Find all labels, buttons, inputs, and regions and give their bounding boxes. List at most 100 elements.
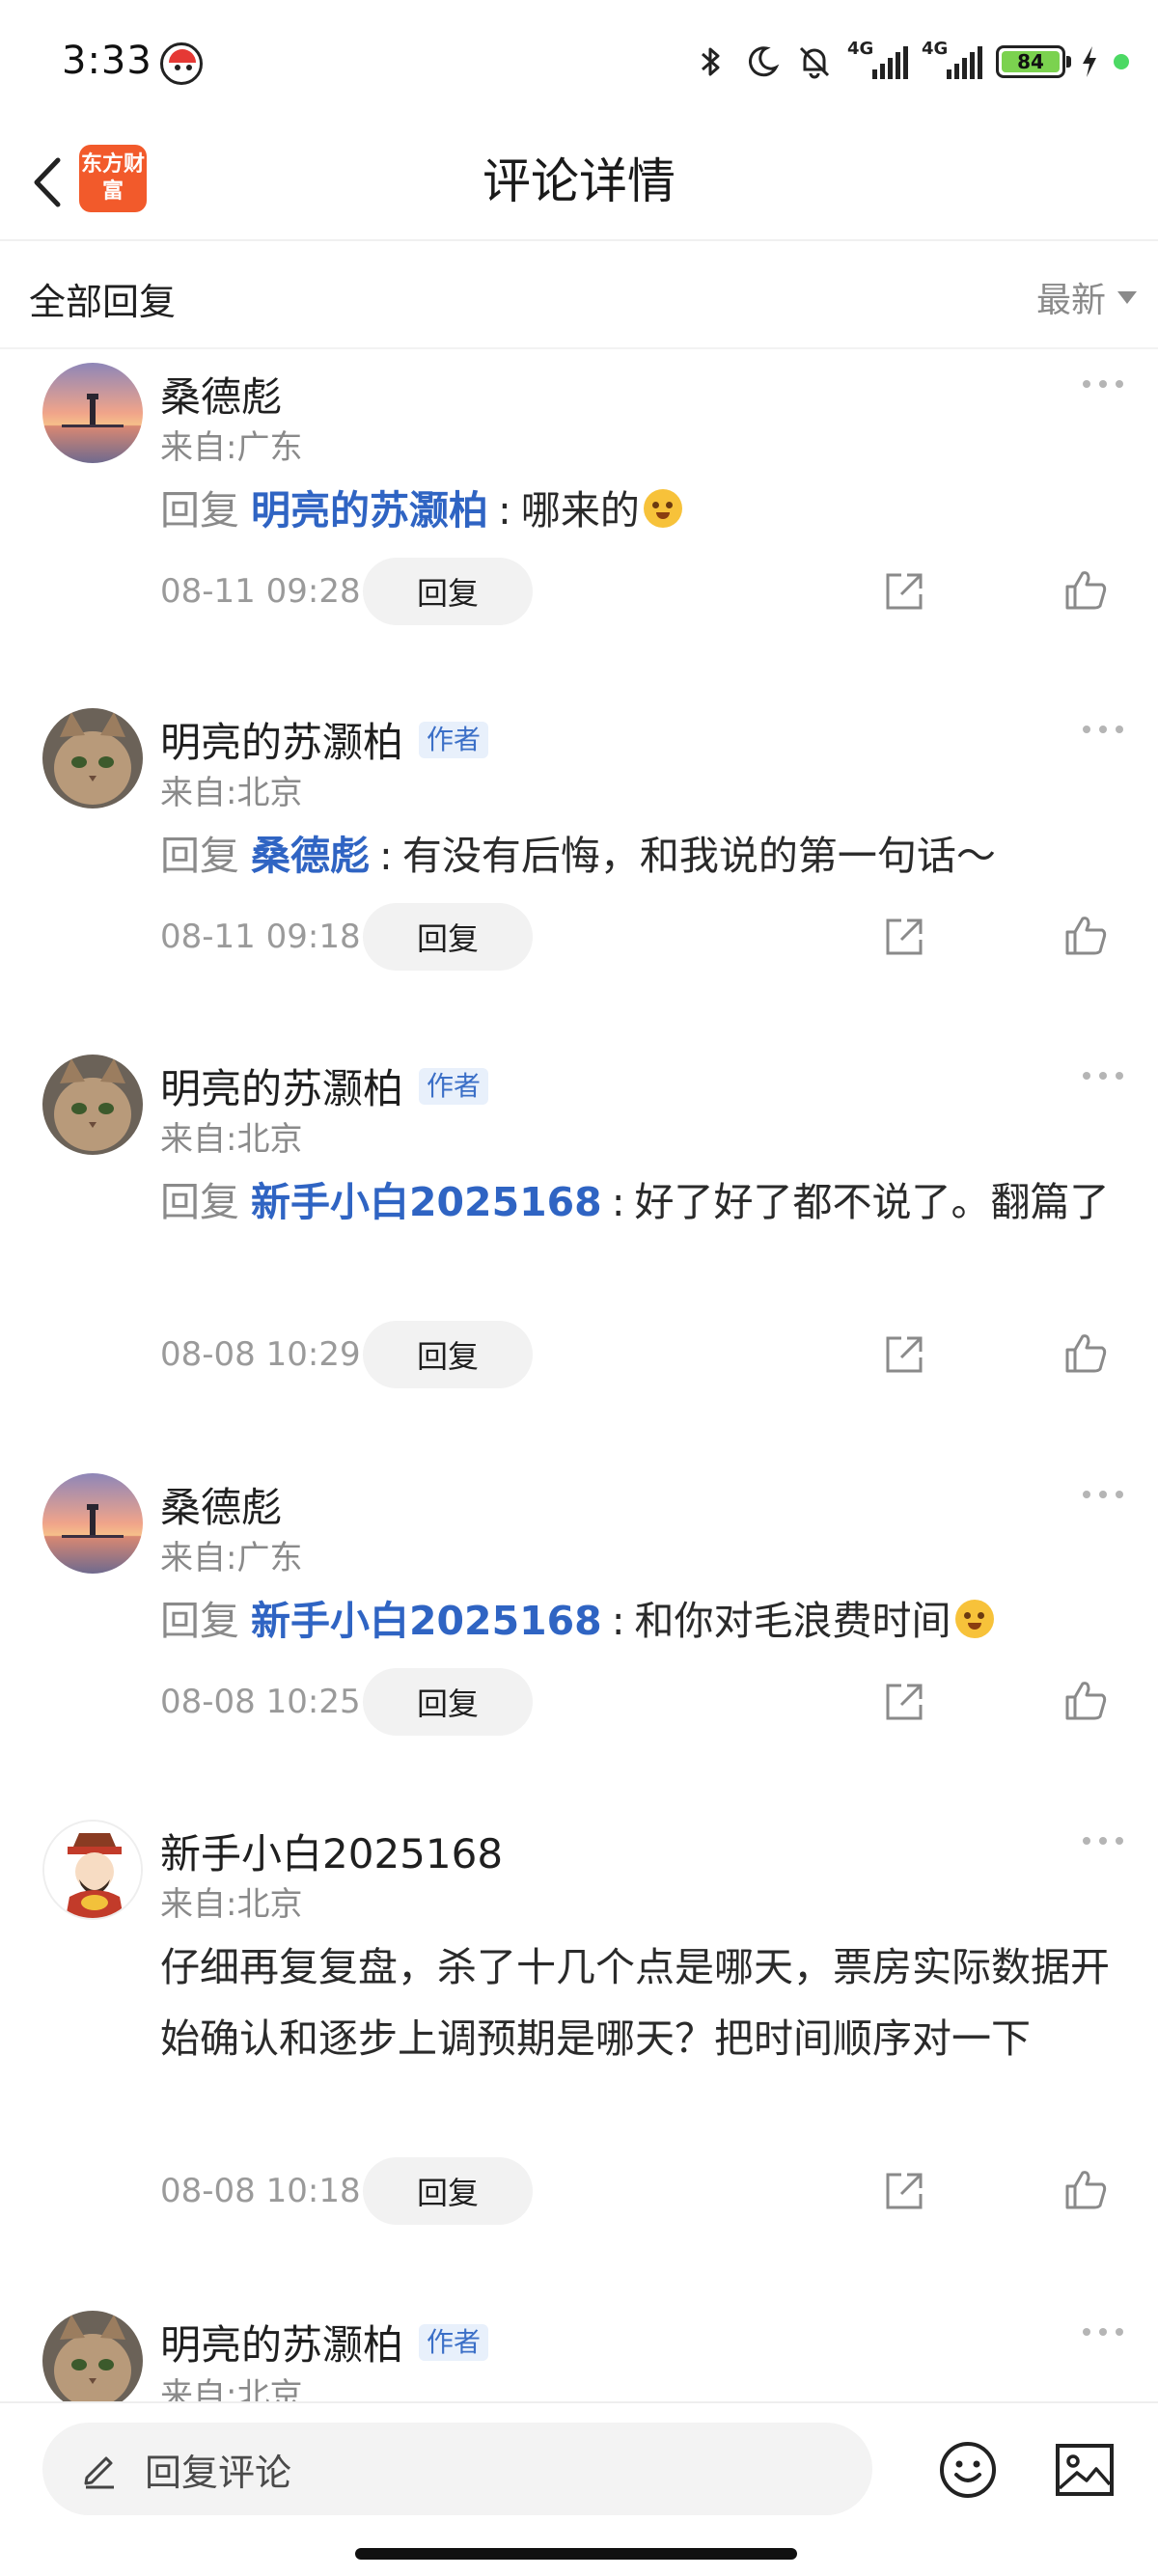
emoji-icon — [954, 1600, 994, 1638]
lighthouse-avatar-image — [42, 363, 143, 463]
comment-text: 回复 新手小白2025168: 和你对毛浪费时间 — [160, 1585, 1125, 1657]
status-bar: 3:33 4G 4G 84 — [0, 0, 1158, 125]
page-title: 评论详情 — [482, 153, 676, 209]
more-options-button[interactable] — [1083, 726, 1123, 733]
comment-author[interactable]: 明亮的苏灏柏 作者 — [160, 710, 489, 769]
comment-author[interactable]: 桑德彪 — [160, 1475, 282, 1534]
app-notification-icon — [160, 42, 203, 85]
share-icon[interactable] — [880, 1330, 928, 1379]
home-indicator[interactable] — [355, 2548, 797, 2560]
reply-button[interactable]: 回复 — [363, 1668, 534, 1736]
share-icon[interactable] — [880, 913, 928, 961]
share-icon[interactable] — [880, 567, 928, 616]
comment-location: 来自:广东 — [160, 428, 303, 467]
network-label: 4G — [847, 39, 874, 59]
bluetooth-icon — [691, 42, 730, 81]
emoji-button[interactable] — [938, 2440, 998, 2500]
god-of-wealth-avatar-image — [44, 1822, 141, 1918]
author-name: 明亮的苏灏柏 — [160, 2321, 404, 2369]
comment-author[interactable]: 新手小白2025168 — [160, 1822, 503, 1880]
comment-location: 来自:北京 — [160, 2376, 303, 2401]
filter-bar: 全部回复 最新 — [0, 243, 1158, 349]
comment-item: 明亮的苏灏柏 作者 来自:北京 回复 桑德彪: 有没有后悔，和我说的第一句话～ 08… — [0, 697, 1158, 1043]
reply-button[interactable]: 回复 — [363, 903, 534, 971]
mention-link[interactable]: 新手小白2025168 — [251, 1179, 602, 1225]
comment-text: 回复 新手小白2025168: 好了好了都不说了。翻篇了 — [160, 1179, 1110, 1225]
comment-item: 桑德彪 来自:广东 回复 新手小白2025168: 和你对毛浪费时间 08-08 1… — [0, 1462, 1158, 1808]
like-icon[interactable] — [1062, 1676, 1110, 1724]
cat-avatar-image — [42, 1055, 143, 1155]
comment-time: 08-08 10:29 — [160, 1335, 361, 1374]
battery-level: 84 — [1002, 50, 1060, 73]
reply-button[interactable]: 回复 — [363, 2157, 534, 2225]
comment-location: 来自:北京 — [160, 774, 303, 812]
nav-bar: 东方财富 评论详情 — [0, 125, 1158, 241]
like-icon[interactable] — [1062, 2165, 1110, 2213]
comment-author[interactable]: 明亮的苏灏柏 作者 — [160, 2313, 489, 2371]
avatar[interactable] — [42, 1473, 143, 1574]
image-button[interactable] — [1054, 2442, 1116, 2498]
more-options-button[interactable] — [1083, 1837, 1123, 1845]
mute-icon — [795, 42, 834, 81]
avatar[interactable] — [42, 363, 143, 463]
reply-prefix: 回复 — [160, 1598, 239, 1644]
signal-icon: 4G — [922, 39, 982, 79]
author-name: 新手小白2025168 — [160, 1830, 504, 1877]
charging-icon — [1079, 42, 1100, 81]
comment-author[interactable]: 明亮的苏灏柏 作者 — [160, 1056, 489, 1115]
more-options-button[interactable] — [1083, 380, 1123, 388]
comment-list[interactable]: 桑德彪 来自:广东 回复明亮的苏灏柏:哪来的 08-11 09:28 回复 — [0, 351, 1158, 2401]
image-icon — [1056, 2444, 1114, 2496]
comment-time: 08-11 09:28 — [160, 572, 361, 611]
reply-prefix: 回复 — [160, 1179, 239, 1225]
moon-icon — [743, 42, 782, 81]
comment-body: 仔细再复复盘，杀了十几个点是哪天，票房实际数据开始确认和逐步上调预期是哪天？把时… — [160, 1944, 1110, 2062]
like-icon[interactable] — [1062, 911, 1110, 959]
author-badge: 作者 — [419, 1067, 489, 1105]
avatar[interactable] — [42, 1055, 143, 1155]
avatar[interactable] — [42, 2311, 143, 2401]
avatar[interactable] — [42, 1820, 143, 1920]
comment-meta: 08-11 09:18 回复 — [160, 903, 534, 971]
author-badge: 作者 — [419, 2323, 489, 2361]
status-time: 3:33 — [62, 39, 152, 83]
author-badge: 作者 — [419, 721, 489, 758]
comment-item: 明亮的苏灏柏 作者 来自:北京 回复 新手小白2025168: 好了好了都不说了。翻… — [0, 1043, 1158, 1462]
author-name: 明亮的苏灏柏 — [160, 719, 404, 766]
comment-body: 好了好了都不说了。翻篇了 — [634, 1179, 1110, 1225]
author-name: 桑德彪 — [160, 373, 283, 421]
more-options-button[interactable] — [1083, 1072, 1123, 1080]
reply-prefix: 回复 — [160, 833, 239, 879]
bottom-input-bar: 回复评论 — [0, 2401, 1158, 2576]
like-icon[interactable] — [1062, 565, 1110, 614]
comment-location: 来自:北京 — [160, 1885, 303, 1924]
comment-location: 来自:北京 — [160, 1120, 303, 1159]
reply-input-placeholder: 回复评论 — [145, 2451, 292, 2494]
like-icon[interactable] — [1062, 1329, 1110, 1377]
mention-link[interactable]: 新手小白2025168 — [251, 1598, 602, 1644]
mention-link[interactable]: 明亮的苏灏柏 — [251, 487, 488, 534]
mention-link[interactable]: 桑德彪 — [251, 833, 370, 879]
comment-time: 08-11 09:18 — [160, 918, 361, 956]
author-name: 桑德彪 — [160, 1484, 283, 1531]
comment-author[interactable]: 桑德彪 — [160, 365, 282, 424]
comment-item: 明亮的苏灏柏 作者 来自:北京 — [0, 2299, 1158, 2401]
reply-comment-input[interactable]: 回复评论 — [42, 2423, 872, 2515]
emoji-icon — [643, 489, 682, 528]
comment-body: 和你对毛浪费时间 — [634, 1598, 951, 1644]
sort-value: 最新 — [1035, 281, 1106, 320]
all-replies-label: 全部回复 — [29, 281, 177, 323]
share-icon[interactable] — [880, 2167, 928, 2215]
comment-body: 有没有后悔，和我说的第一句话～ — [401, 833, 996, 879]
more-options-button[interactable] — [1083, 2328, 1123, 2336]
comment-meta: 08-08 10:18 回复 — [160, 2157, 534, 2225]
avatar[interactable] — [42, 708, 143, 808]
reply-button[interactable]: 回复 — [363, 558, 534, 625]
reply-prefix: 回复 — [160, 487, 239, 534]
more-options-button[interactable] — [1083, 1491, 1123, 1498]
battery-icon: 84 — [996, 45, 1071, 78]
share-icon[interactable] — [880, 1678, 928, 1726]
sort-dropdown[interactable]: 最新 — [1036, 272, 1137, 322]
comment-meta: 08-11 09:28 回复 — [160, 558, 534, 625]
reply-button[interactable]: 回复 — [363, 1321, 534, 1388]
